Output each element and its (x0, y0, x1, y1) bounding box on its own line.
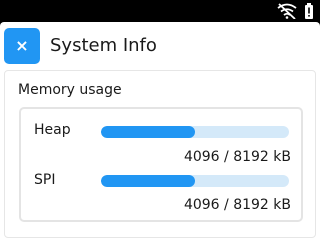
heap-progress-bar (101, 126, 289, 138)
heap-progress-fill (101, 126, 195, 138)
spi-value: 4096 / 8192 kB (183, 197, 291, 213)
app-bar: × System Info (0, 22, 320, 68)
close-icon: × (15, 36, 29, 55)
memory-card: Heap 4096 / 8192 kB SPI 4096 / 8192 kB (19, 107, 303, 222)
spi-progress-fill (101, 175, 195, 187)
app-screen: × System Info Memory usage Heap 4096 / 8… (0, 22, 320, 240)
content-panel: Memory usage Heap 4096 / 8192 kB SPI 409… (4, 70, 316, 238)
spi-progress-bar (101, 175, 289, 187)
heap-label: Heap (34, 122, 71, 138)
battery-alert-icon (304, 3, 314, 19)
status-icons (276, 3, 314, 19)
close-button[interactable]: × (4, 28, 40, 64)
page-title: System Info (50, 35, 157, 56)
status-bar (0, 0, 320, 22)
section-label: Memory usage (18, 82, 122, 98)
spi-label: SPI (34, 172, 56, 188)
wifi-off-icon (276, 3, 298, 19)
heap-value: 4096 / 8192 kB (183, 149, 291, 165)
